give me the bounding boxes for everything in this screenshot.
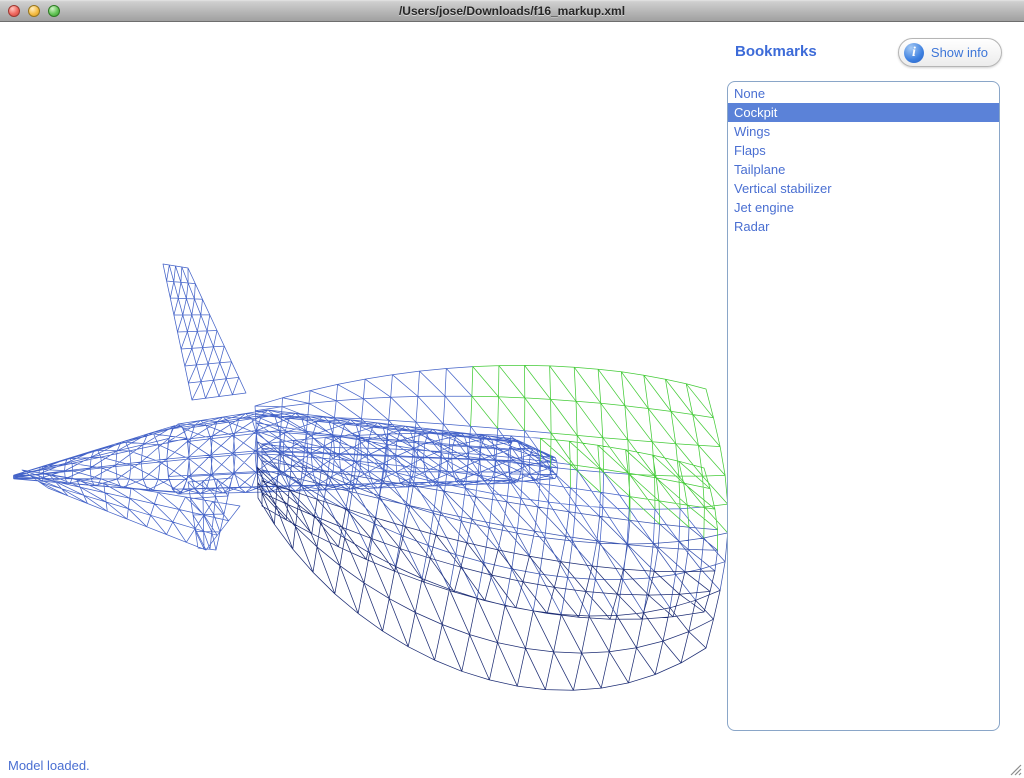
app-window: /Users/jose/Downloads/f16_markup.xml Boo…: [0, 0, 1024, 778]
info-icon: i: [903, 42, 924, 63]
status-message: Model loaded.: [8, 758, 90, 773]
bookmark-item-vertical-stabilizer[interactable]: Vertical stabilizer: [728, 179, 999, 198]
bookmark-item-tailplane[interactable]: Tailplane: [728, 160, 999, 179]
bookmark-item-radar[interactable]: Radar: [728, 217, 999, 236]
bookmark-item-jet-engine[interactable]: Jet engine: [728, 198, 999, 217]
bookmark-item-none[interactable]: None: [728, 84, 999, 103]
window-controls: [8, 5, 60, 17]
zoom-button[interactable]: [48, 5, 60, 17]
bookmark-item-wings[interactable]: Wings: [728, 122, 999, 141]
window-title: /Users/jose/Downloads/f16_markup.xml: [398, 4, 626, 18]
window-titlebar: /Users/jose/Downloads/f16_markup.xml: [0, 0, 1024, 22]
bookmark-item-flaps[interactable]: Flaps: [728, 141, 999, 160]
show-info-button[interactable]: i Show info: [897, 38, 1002, 67]
bookmark-item-cockpit[interactable]: Cockpit: [728, 103, 999, 122]
minimize-button[interactable]: [28, 5, 40, 17]
show-info-label: Show info: [930, 45, 988, 60]
close-button[interactable]: [8, 5, 20, 17]
resize-grip[interactable]: [1008, 762, 1023, 777]
bookmarks-title: Bookmarks: [735, 43, 817, 60]
bookmarks-list: None Cockpit Wings Flaps Tailplane Verti…: [727, 81, 1000, 731]
